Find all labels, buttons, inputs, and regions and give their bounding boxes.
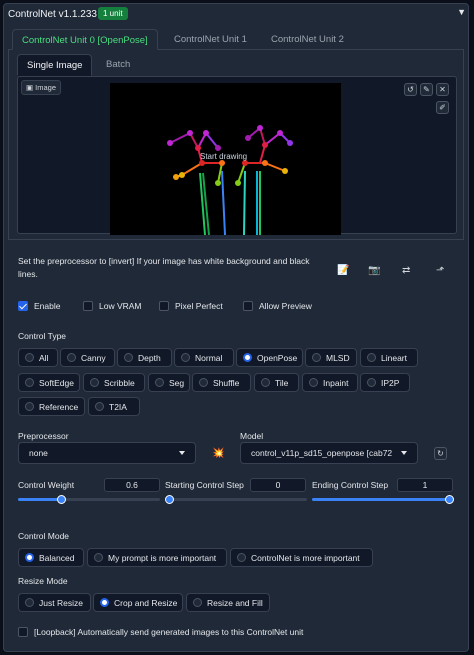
brush-icon[interactable]: ✐: [436, 101, 449, 114]
ending-step-input[interactable]: 1: [397, 478, 453, 492]
allow-preview-checkbox[interactable]: Allow Preview: [243, 301, 312, 311]
tab-unit-1[interactable]: ControlNet Unit 1: [165, 29, 256, 50]
control-type-seg[interactable]: Seg: [148, 373, 190, 392]
control-type-mlsd[interactable]: MLSD: [305, 348, 357, 367]
start-drawing-label: Start drawing: [200, 152, 248, 161]
loopback-checkbox[interactable]: [Loopback] Automatically send generated …: [18, 627, 303, 637]
preprocessor-hint: Set the preprocessor to [invert] If your…: [18, 256, 310, 279]
preprocessor-label: Preprocessor: [18, 431, 69, 441]
close-icon[interactable]: ✕: [436, 83, 449, 96]
enable-checkbox[interactable]: Enable: [18, 301, 60, 311]
model-select[interactable]: control_v11p_sd15_openpose [cab72: [240, 442, 418, 464]
tab-batch[interactable]: Batch: [97, 54, 139, 76]
control-mode-prompt[interactable]: My prompt is more important: [87, 548, 227, 567]
edit-icon[interactable]: 📝: [337, 265, 349, 276]
control-weight-label: Control Weight: [18, 480, 75, 490]
image-label: ▣ Image: [21, 80, 62, 95]
control-weight-input[interactable]: 0.6: [104, 478, 160, 492]
starting-step-label: Starting Control Step: [165, 480, 244, 490]
tab-unit-0[interactable]: ControlNet Unit 0 [OpenPose]: [12, 29, 158, 50]
pose-canvas[interactable]: Start drawing: [110, 83, 341, 235]
swap-icon[interactable]: ⇄: [402, 265, 410, 276]
low-vram-checkbox[interactable]: Low VRAM: [83, 301, 142, 311]
panel-title[interactable]: ControlNet v1.1.233: [8, 9, 97, 20]
upload-icon[interactable]: ⬏: [436, 265, 444, 276]
allow-preview-checkbox-box[interactable]: [243, 301, 253, 311]
low-vram-checkbox-box[interactable]: [83, 301, 93, 311]
resize-mode-crop-and-resize[interactable]: Crop and Resize: [93, 593, 183, 612]
control-mode-controlnet[interactable]: ControlNet is more important: [230, 548, 373, 567]
control-type-lineart[interactable]: Lineart: [360, 348, 418, 367]
tab-single-image[interactable]: Single Image: [17, 54, 93, 76]
unit-count-badge: 1 unit: [98, 7, 128, 20]
slider-handle[interactable]: [57, 495, 66, 504]
pixel-perfect-checkbox[interactable]: Pixel Perfect: [159, 301, 223, 311]
resize-mode-just-resize[interactable]: Just Resize: [18, 593, 91, 612]
control-type-label: Control Type: [18, 331, 67, 341]
control-type-openpose[interactable]: OpenPose: [236, 348, 303, 367]
tab-unit-2[interactable]: ControlNet Unit 2: [262, 29, 353, 50]
control-type-tile[interactable]: Tile: [254, 373, 299, 392]
control-type-ip2p[interactable]: IP2P: [360, 373, 410, 392]
explosion-icon[interactable]: 💥: [212, 448, 224, 459]
pixel-perfect-checkbox-box[interactable]: [159, 301, 169, 311]
slider-handle[interactable]: [445, 495, 454, 504]
control-type-depth[interactable]: Depth: [117, 348, 172, 367]
refresh-icon[interactable]: ↻: [434, 447, 447, 460]
image-icon: ▣: [26, 83, 36, 92]
model-label: Model: [240, 431, 264, 441]
slider-handle[interactable]: [165, 495, 174, 504]
undo-icon[interactable]: ↺: [404, 83, 417, 96]
control-type-canny[interactable]: Canny: [60, 348, 115, 367]
control-mode-label: Control Mode: [18, 531, 70, 541]
edit-icon[interactable]: ✎: [420, 83, 433, 96]
resize-mode-label: Resize Mode: [18, 576, 68, 586]
enable-checkbox-box[interactable]: [18, 301, 28, 311]
unit-tabs: ControlNet Unit 0 [OpenPose] ControlNet …: [8, 29, 464, 50]
control-type-normal[interactable]: Normal: [174, 348, 234, 367]
control-weight-slider[interactable]: [18, 495, 160, 504]
loopback-checkbox-box[interactable]: [18, 627, 28, 637]
control-type-inpaint[interactable]: Inpaint: [302, 373, 358, 392]
control-type-softedge[interactable]: SoftEdge: [18, 373, 80, 392]
preprocessor-select[interactable]: none: [18, 442, 196, 464]
chevron-down-icon: [179, 451, 185, 455]
control-type-t2ia[interactable]: T2IA: [88, 397, 140, 416]
ending-step-slider[interactable]: [312, 495, 454, 504]
image-upload-area[interactable]: ▣ Image Start drawing ↺ ✎ ✕ ✐: [17, 76, 457, 235]
control-mode-balanced[interactable]: Balanced: [18, 548, 84, 567]
image-section: Single Image Batch ▣ Image Start drawing…: [8, 50, 464, 240]
control-type-reference[interactable]: Reference: [18, 397, 85, 416]
control-type-all[interactable]: All: [18, 348, 58, 367]
starting-step-input[interactable]: 0: [250, 478, 306, 492]
control-type-scribble[interactable]: Scribble: [83, 373, 145, 392]
triangle-down-icon[interactable]: ▼: [457, 7, 466, 17]
control-type-shuffle[interactable]: Shuffle: [192, 373, 251, 392]
camera-icon[interactable]: 📷: [368, 265, 380, 276]
chevron-down-icon: [401, 451, 407, 455]
ending-step-label: Ending Control Step: [312, 480, 389, 490]
starting-step-slider[interactable]: [165, 495, 307, 504]
resize-mode-resize-and-fill[interactable]: Resize and Fill: [186, 593, 270, 612]
